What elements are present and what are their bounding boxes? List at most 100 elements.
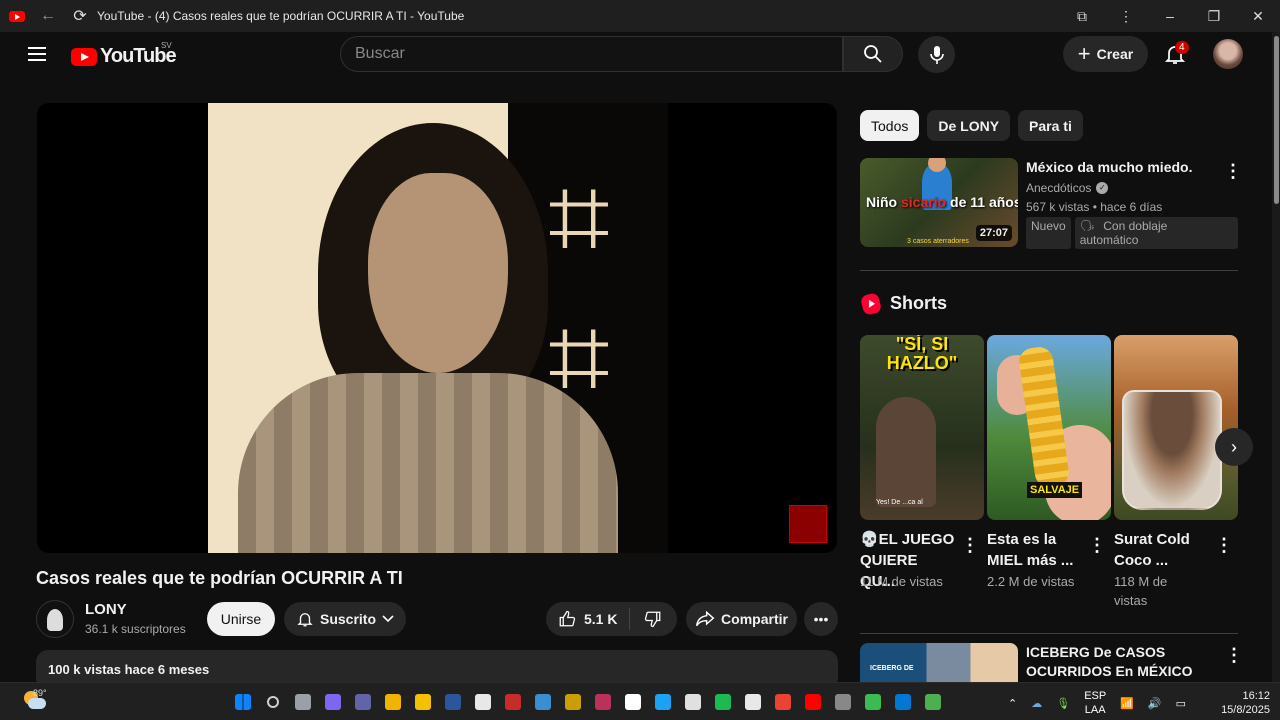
- channel-subscribers: 36.1 k suscriptores: [85, 622, 186, 636]
- search-button[interactable]: [843, 36, 903, 72]
- recommended-meta: 567 k vistas • hace 6 días: [1026, 200, 1163, 214]
- short-thumbnail[interactable]: [1114, 335, 1238, 520]
- app-icon[interactable]: [558, 691, 588, 713]
- thumbs-up-icon: [559, 610, 576, 627]
- hamburger-menu-icon[interactable]: [28, 47, 46, 61]
- like-button[interactable]: 5.1 K: [546, 608, 630, 630]
- video-thumbnail[interactable]: Niño sicario de 11 años 3 casos aterrado…: [860, 158, 1018, 247]
- more-vertical-icon[interactable]: ⋮: [1088, 536, 1106, 554]
- recommended-title[interactable]: México da mucho miedo.: [1026, 159, 1192, 175]
- window-titlebar: ← ⟳ YouTube - (4) Casos reales que te po…: [0, 0, 1280, 32]
- auto-dub-badge: 🗣 Con doblaje automático: [1074, 217, 1238, 249]
- app-icon[interactable]: [648, 691, 678, 713]
- chrome-icon[interactable]: [378, 691, 408, 713]
- short-title[interactable]: Surat Cold Coco ...: [1114, 529, 1210, 571]
- create-label: Crear: [1096, 46, 1134, 62]
- voice-search-button[interactable]: [918, 36, 955, 73]
- copilot-icon[interactable]: [318, 691, 348, 713]
- back-arrow-icon[interactable]: ←: [39, 7, 57, 25]
- recommended-channel[interactable]: Anecdóticos ✓: [1026, 181, 1109, 195]
- cloud-icon[interactable]: ☁: [1031, 697, 1042, 710]
- app-menu-icon[interactable]: ⋮: [1104, 8, 1148, 25]
- volume-icon[interactable]: 🔊: [1148, 697, 1162, 710]
- language-indicator[interactable]: ESP LAA: [1084, 689, 1106, 717]
- search-input[interactable]: [341, 37, 842, 71]
- chip-para-ti[interactable]: Para ti: [1018, 110, 1083, 141]
- battery-icon[interactable]: ▭: [1176, 697, 1186, 710]
- youtube-logo[interactable]: YouTube SV: [71, 41, 177, 68]
- calculator-icon[interactable]: [468, 691, 498, 713]
- create-button[interactable]: + Crear: [1063, 36, 1148, 72]
- microphone-tray-icon[interactable]: 🎙: [1056, 697, 1070, 710]
- share-button[interactable]: Compartir: [686, 602, 797, 636]
- window-title: YouTube - (4) Casos reales que te podría…: [97, 9, 465, 23]
- shorts-label: Shorts: [890, 293, 948, 313]
- short-small-text: Yes! De ...ca al: [876, 499, 923, 506]
- subscribed-button[interactable]: Suscrito: [284, 602, 406, 636]
- app-icon[interactable]: [528, 691, 558, 713]
- app-icon[interactable]: [888, 691, 918, 713]
- search-icon: [864, 45, 882, 63]
- shorts-next-button[interactable]: ›: [1215, 428, 1253, 466]
- short-views: 118 M de vistas: [1114, 574, 1168, 608]
- youtube-favicon-icon: [9, 10, 25, 22]
- start-icon[interactable]: [228, 691, 258, 713]
- short-title[interactable]: Esta es la MIEL más ...: [987, 529, 1083, 571]
- app-icon[interactable]: [828, 691, 858, 713]
- file-explorer-icon[interactable]: [408, 691, 438, 713]
- minimize-button[interactable]: –: [1148, 8, 1192, 24]
- close-button[interactable]: ✕: [1236, 8, 1280, 25]
- reload-icon[interactable]: ⟳: [71, 6, 89, 26]
- windows-taskbar: 89° ⌃ ☁ 🎙 ESP LAA 📶 🔊 ▭ 16:12 15/8/2025: [0, 682, 1280, 720]
- chevron-up-icon[interactable]: ⌃: [1008, 697, 1017, 710]
- more-vertical-icon[interactable]: ⋮: [1225, 646, 1243, 664]
- channel-name[interactable]: LONY: [85, 601, 127, 618]
- more-vertical-icon[interactable]: ⋮: [1224, 162, 1242, 180]
- short-thumbnail[interactable]: "SÍ, SI HAZLO" Yes! De ...ca al: [860, 335, 984, 520]
- chip-todos[interactable]: Todos: [860, 110, 920, 141]
- more-vertical-icon[interactable]: ⋮: [1215, 536, 1233, 554]
- channel-avatar[interactable]: [36, 600, 74, 638]
- bell-icon: [297, 613, 313, 627]
- share-label: Compartir: [721, 611, 788, 627]
- app-icon[interactable]: [678, 691, 708, 713]
- subscribed-label: Suscrito: [319, 611, 376, 627]
- search-box[interactable]: [340, 36, 843, 72]
- like-dislike-group: 5.1 K: [546, 602, 677, 636]
- app-icon[interactable]: [858, 691, 888, 713]
- recommended-video[interactable]: Niño sicario de 11 años 3 casos aterrado…: [860, 158, 1242, 249]
- x-icon[interactable]: [618, 691, 648, 713]
- dislike-button[interactable]: [630, 610, 676, 628]
- app-icon[interactable]: [498, 691, 528, 713]
- wifi-icon[interactable]: 📶: [1120, 697, 1134, 710]
- tiktok-icon[interactable]: [738, 691, 768, 713]
- user-avatar[interactable]: [1213, 39, 1243, 69]
- join-button[interactable]: Unirse: [207, 602, 275, 636]
- more-actions-button[interactable]: •••: [804, 602, 838, 636]
- youtube-icon[interactable]: [798, 691, 828, 713]
- search-icon[interactable]: [258, 691, 288, 713]
- extensions-icon[interactable]: ⧉: [1060, 8, 1104, 25]
- thumbnail-subcaption: 3 casos aterradores: [907, 238, 969, 245]
- short-thumbnail[interactable]: SALVAJE: [987, 335, 1111, 520]
- page-scrollbar-thumb[interactable]: [1274, 36, 1279, 204]
- word-icon[interactable]: [438, 691, 468, 713]
- region-code: SV: [161, 41, 172, 50]
- more-vertical-icon[interactable]: ⋮: [961, 536, 979, 554]
- edge-icon[interactable]: [918, 691, 948, 713]
- divider: [860, 633, 1238, 634]
- task-view-icon[interactable]: [288, 691, 318, 713]
- teams-icon[interactable]: [348, 691, 378, 713]
- temperature: 89°: [33, 688, 47, 698]
- chrome-icon[interactable]: [768, 691, 798, 713]
- maximize-button[interactable]: ❐: [1192, 8, 1236, 25]
- recommended-title[interactable]: ICEBERG De CASOS OCURRIDOS En MÉXICO: [1026, 643, 1216, 681]
- app-icon[interactable]: [708, 691, 738, 713]
- app-icon[interactable]: [588, 691, 618, 713]
- divider: [860, 270, 1238, 271]
- clock[interactable]: 16:12 15/8/2025: [1214, 689, 1270, 717]
- video-player[interactable]: ⌗ ⌗: [37, 103, 837, 553]
- thumbnail-caption: Niño sicario de 11 años: [866, 194, 1018, 210]
- chevron-down-icon: [382, 615, 394, 623]
- chip-de-lony[interactable]: De LONY: [927, 110, 1011, 141]
